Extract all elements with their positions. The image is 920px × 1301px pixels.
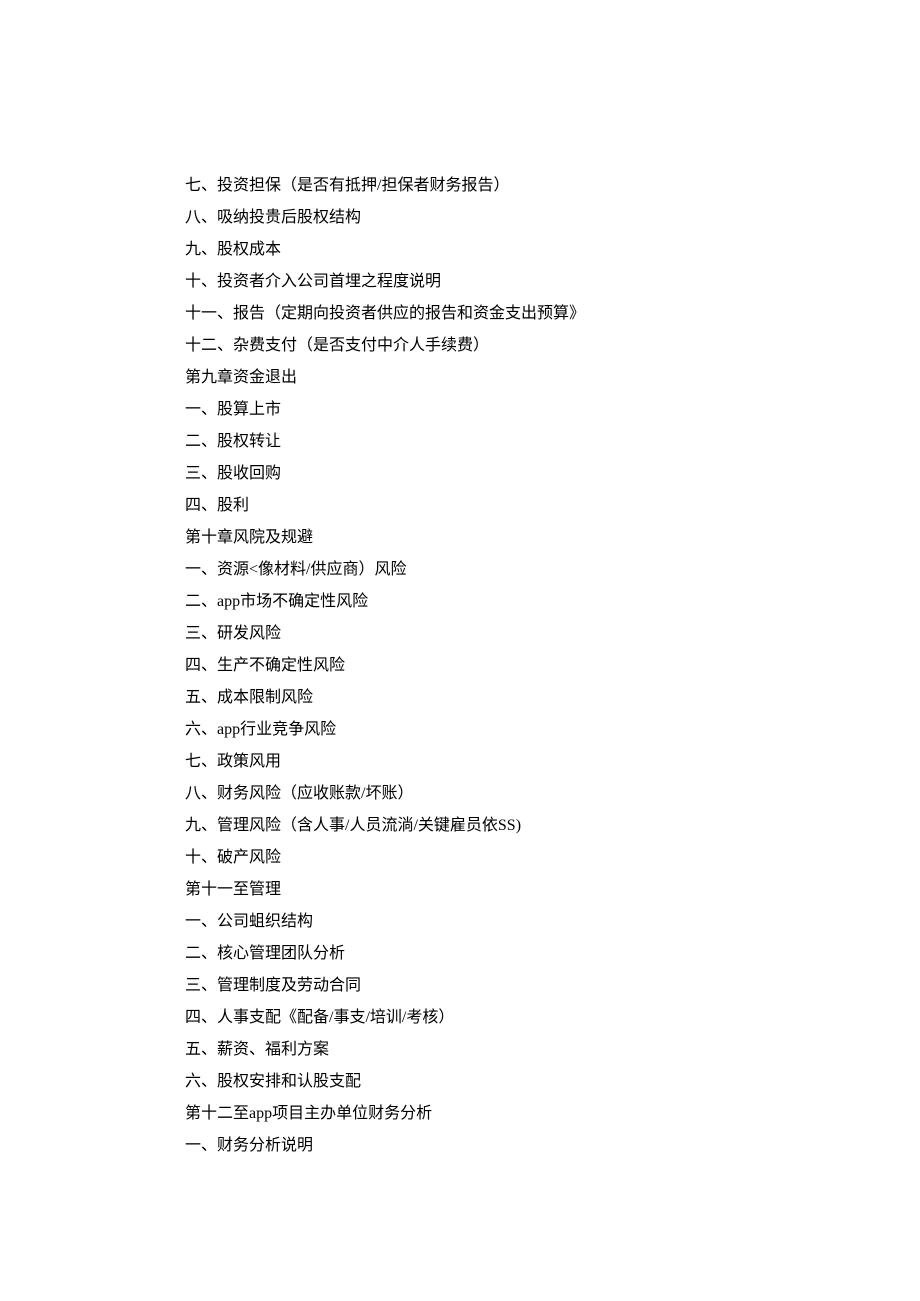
section-heading: 第十一至管理 — [185, 874, 920, 906]
text-line: 八、财务风险（应收账款/坏账） — [185, 778, 920, 810]
text-line: 十二、杂费支付（是否支付中介人手续费） — [185, 330, 920, 362]
text-line: 五、薪资、福利方案 — [185, 1034, 920, 1066]
text-line: 三、研发风险 — [185, 618, 920, 650]
text-line: 十一、报告（定期向投资者供应的报告和资金支出预算》 — [185, 298, 920, 330]
section-heading: 第十章风院及规避 — [185, 522, 920, 554]
text-line: 七、政策风用 — [185, 746, 920, 778]
text-line: 一、资源<像材料/供应商）风险 — [185, 554, 920, 586]
text-line: 二、核心管理团队分析 — [185, 938, 920, 970]
text-line: 三、管理制度及劳动合同 — [185, 970, 920, 1002]
section-heading: 第九章资金退出 — [185, 362, 920, 394]
text-line: 四、生产不确定性风险 — [185, 650, 920, 682]
text-line: 九、管理风险（含人事/人员流淌/关键雇员依SS) — [185, 810, 920, 842]
text-line: 一、财务分析说明 — [185, 1130, 920, 1162]
text-line: 七、投资担保（是否有抵押/担保者财务报告） — [185, 170, 920, 202]
text-line: 二、股权转让 — [185, 426, 920, 458]
text-line: 六、app行业竞争风险 — [185, 714, 920, 746]
text-line: 三、股收回购 — [185, 458, 920, 490]
text-line: 五、成本限制风险 — [185, 682, 920, 714]
text-line: 九、股权成本 — [185, 234, 920, 266]
text-line: 四、股利 — [185, 490, 920, 522]
text-line: 一、公司蛆织结构 — [185, 906, 920, 938]
text-line: 四、人事支配《配备/事支/培训/考核） — [185, 1002, 920, 1034]
text-line: 十、破产风险 — [185, 842, 920, 874]
section-heading: 第十二至app项目主办单位财务分析 — [185, 1098, 920, 1130]
text-line: 八、吸纳投贵后股权结构 — [185, 202, 920, 234]
text-line: 六、股权安排和认股支配 — [185, 1066, 920, 1098]
text-line: 一、股算上市 — [185, 394, 920, 426]
text-line: 十、投资者介入公司首埋之程度说明 — [185, 266, 920, 298]
text-line: 二、app市场不确定性风险 — [185, 586, 920, 618]
